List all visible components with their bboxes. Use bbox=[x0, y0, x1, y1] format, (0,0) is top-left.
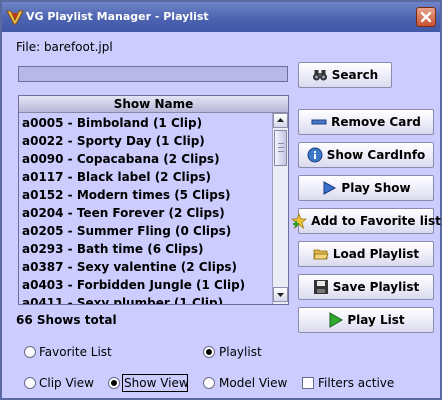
show-list-body: a0005 - Bimboland (1 Clip) a0022 - Sport… bbox=[19, 113, 272, 304]
close-icon bbox=[420, 11, 432, 23]
list-item[interactable]: a0293 - Bath time (6 Clips) bbox=[22, 240, 203, 258]
add-to-favorite-button[interactable]: Add to Favorite list bbox=[291, 208, 441, 234]
list-item[interactable]: a0090 - Copacabana (2 Clips) bbox=[22, 150, 220, 168]
arrow-down-icon bbox=[277, 293, 284, 297]
playlist-label: Playlist bbox=[219, 345, 262, 359]
favorite-list-label: Favorite List bbox=[39, 345, 112, 359]
arrow-up-icon bbox=[277, 118, 284, 122]
title-bar[interactable]: VG Playlist Manager - Playlist bbox=[2, 2, 440, 32]
clip-view-label: Clip View bbox=[39, 376, 94, 390]
list-item[interactable]: a0152 - Modern times (5 Clips) bbox=[22, 186, 230, 204]
play-outline-icon bbox=[323, 181, 337, 195]
remove-card-label: Remove Card bbox=[331, 115, 421, 129]
shows-total-count: 66 Shows total bbox=[16, 313, 117, 327]
play-green-icon bbox=[329, 312, 344, 328]
filters-active-checkbox[interactable] bbox=[302, 377, 314, 389]
play-show-label: Play Show bbox=[341, 181, 411, 195]
filters-active-label: Filters active bbox=[318, 376, 395, 390]
playlist-radio[interactable] bbox=[203, 346, 215, 358]
show-view-label: Show View bbox=[124, 376, 189, 390]
search-button[interactable]: Search bbox=[298, 62, 392, 88]
add-to-favorite-label: Add to Favorite list bbox=[311, 214, 441, 228]
remove-card-button[interactable]: Remove Card bbox=[298, 109, 434, 135]
file-label: File: barefoot.jpl bbox=[16, 40, 113, 54]
search-input[interactable] bbox=[18, 66, 288, 82]
show-list[interactable]: Show Name a0005 - Bimboland (1 Clip) a00… bbox=[18, 95, 289, 305]
list-scrollbar[interactable] bbox=[272, 113, 288, 304]
folder-open-icon bbox=[313, 249, 329, 260]
show-cardinfo-label: Show CardInfo bbox=[326, 148, 426, 162]
list-item[interactable]: a0387 - Sexy valentine (2 Clips) bbox=[22, 258, 237, 276]
list-item[interactable]: a0117 - Black label (2 Clips) bbox=[22, 168, 211, 186]
list-item[interactable]: a0205 - Summer Fling (0 Clips) bbox=[22, 222, 231, 240]
favorite-list-radio[interactable] bbox=[24, 346, 36, 358]
search-button-label: Search bbox=[331, 68, 379, 82]
window-title: VG Playlist Manager - Playlist bbox=[26, 10, 209, 23]
list-item[interactable]: a0403 - Forbidden Jungle (1 Clip) bbox=[22, 276, 245, 294]
save-playlist-label: Save Playlist bbox=[332, 280, 420, 294]
play-list-label: Play List bbox=[347, 313, 405, 327]
binoculars-icon bbox=[312, 70, 327, 81]
vg-logo-icon bbox=[6, 10, 24, 25]
show-cardinfo-button[interactable]: Show CardInfo bbox=[298, 142, 434, 168]
list-item[interactable]: a0005 - Bimboland (1 Clip) bbox=[22, 114, 202, 132]
play-list-button[interactable]: Play List bbox=[298, 307, 434, 333]
model-view-radio[interactable] bbox=[203, 377, 215, 389]
floppy-disk-icon bbox=[313, 280, 328, 294]
playlist-window: VG Playlist Manager - Playlist File: bar… bbox=[0, 0, 442, 400]
scrollbar-thumb[interactable] bbox=[274, 130, 287, 166]
list-item[interactable]: a0022 - Sporty Day (1 Clip) bbox=[22, 132, 205, 150]
load-playlist-label: Load Playlist bbox=[332, 247, 420, 261]
close-button[interactable] bbox=[416, 7, 436, 27]
star-plus-icon bbox=[291, 213, 308, 229]
info-icon bbox=[307, 147, 323, 163]
list-item[interactable]: a0411 - Sexy plumber (1 Clip) bbox=[22, 294, 223, 304]
show-name-column-header[interactable]: Show Name bbox=[19, 96, 288, 113]
list-item[interactable]: a0204 - Teen Forever (2 Clips) bbox=[22, 204, 225, 222]
play-show-button[interactable]: Play Show bbox=[298, 175, 434, 201]
minus-bar-icon bbox=[311, 119, 327, 125]
clip-view-radio[interactable] bbox=[24, 377, 36, 389]
model-view-label: Model View bbox=[219, 376, 288, 390]
load-playlist-button[interactable]: Load Playlist bbox=[298, 241, 434, 267]
scroll-down-button[interactable] bbox=[273, 287, 288, 302]
save-playlist-button[interactable]: Save Playlist bbox=[298, 274, 434, 300]
show-view-radio[interactable] bbox=[108, 377, 120, 389]
scroll-up-button[interactable] bbox=[273, 113, 288, 128]
